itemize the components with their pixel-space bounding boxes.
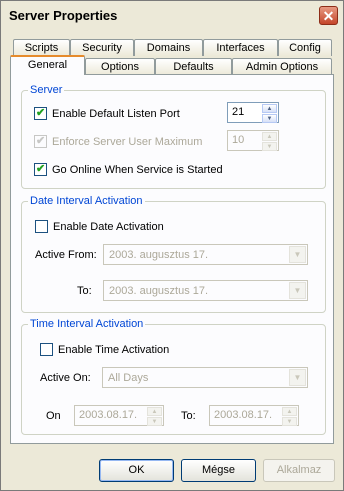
date-interval-legend: Date Interval Activation	[28, 195, 145, 207]
chevron-down-icon: ▼	[293, 373, 302, 382]
server-group-legend: Server	[28, 84, 65, 96]
dropdown-button[interactable]: ▼	[289, 282, 306, 299]
spin-up-button[interactable]: ▲	[262, 132, 277, 141]
close-button[interactable]: ✕	[319, 6, 338, 25]
user-maximum-spinner[interactable]: 10 ▲ ▼	[227, 130, 279, 151]
date-to-label: To:	[77, 285, 92, 297]
chevron-up-icon: ▲	[266, 134, 273, 140]
spin-up-button[interactable]: ▲	[262, 104, 277, 113]
tab-scripts[interactable]: Scripts	[13, 39, 70, 56]
title-bar: Server Properties ✕	[1, 1, 343, 31]
spin-down-button[interactable]: ▼	[262, 142, 277, 151]
listen-port-spinner[interactable]: 21 ▲ ▼	[227, 102, 279, 123]
general-tab-panel: Server ✔ Enable Default Listen Port 21 ▲…	[10, 74, 334, 444]
spin-down-button[interactable]: ▼	[147, 417, 162, 426]
go-online-checkbox[interactable]: ✔	[34, 163, 47, 176]
enable-time-activation-label: Enable Time Activation	[58, 344, 170, 356]
apply-button[interactable]: Alkalmaz	[263, 459, 335, 482]
ok-button[interactable]: OK	[99, 459, 174, 482]
chevron-up-icon: ▲	[266, 106, 273, 112]
close-icon: ✕	[322, 8, 335, 24]
date-to-value: 2003. augusztus 17.	[109, 285, 209, 297]
dropdown-button[interactable]: ▼	[289, 369, 306, 386]
time-interval-legend: Time Interval Activation	[28, 318, 146, 330]
tab-domains[interactable]: Domains	[134, 39, 203, 56]
tab-general[interactable]: General	[10, 55, 85, 75]
active-on-value: All Days	[108, 372, 149, 384]
enforce-server-user-maximum-label: Enforce Server User Maximum	[52, 136, 203, 148]
chevron-down-icon: ▼	[293, 286, 302, 295]
spin-down-button[interactable]: ▼	[282, 417, 297, 426]
time-to-label: To:	[181, 410, 196, 422]
server-group: Server ✔ Enable Default Listen Port 21 ▲…	[21, 84, 326, 189]
time-to-field[interactable]: 2003.08.17. ▲ ▼	[209, 405, 299, 426]
time-on-value: 2003.08.17.	[79, 409, 138, 421]
date-to-picker[interactable]: 2003. augusztus 17. ▼	[103, 280, 308, 301]
time-on-label: On	[46, 410, 61, 422]
window-title: Server Properties	[9, 8, 118, 23]
enable-date-activation-label: Enable Date Activation	[53, 221, 164, 233]
chevron-down-icon: ▼	[266, 144, 273, 150]
chevron-down-icon: ▼	[151, 419, 158, 425]
enable-default-listen-port-label: Enable Default Listen Port	[52, 108, 180, 120]
cancel-button[interactable]: Mégse	[181, 459, 256, 482]
time-on-field[interactable]: 2003.08.17. ▲ ▼	[74, 405, 164, 426]
chevron-down-icon: ▼	[293, 250, 302, 259]
chevron-down-icon: ▼	[266, 116, 273, 122]
active-from-date-picker[interactable]: 2003. augusztus 17. ▼	[103, 244, 308, 265]
listen-port-value: 21	[232, 106, 245, 118]
check-icon: ✔	[36, 135, 46, 147]
tab-admin-options[interactable]: Admin Options	[232, 58, 332, 75]
enable-date-activation-checkbox[interactable]	[35, 220, 48, 233]
active-on-select[interactable]: All Days ▼	[102, 367, 308, 388]
tab-options[interactable]: Options	[85, 58, 155, 75]
server-properties-dialog: Server Properties ✕ Scripts Security Dom…	[0, 0, 344, 491]
check-icon: ✔	[36, 107, 46, 119]
dropdown-button[interactable]: ▼	[289, 246, 306, 263]
spin-down-button[interactable]: ▼	[262, 114, 277, 123]
chevron-down-icon: ▼	[286, 419, 293, 425]
user-maximum-value: 10	[232, 134, 245, 146]
time-to-value: 2003.08.17.	[214, 409, 273, 421]
active-on-label: Active On:	[40, 372, 91, 384]
tab-config[interactable]: Config	[278, 39, 332, 56]
tab-interfaces[interactable]: Interfaces	[203, 39, 278, 56]
spin-up-button[interactable]: ▲	[147, 407, 162, 416]
enforce-server-user-maximum-checkbox[interactable]: ✔	[34, 135, 47, 148]
spin-up-button[interactable]: ▲	[282, 407, 297, 416]
enable-time-activation-checkbox[interactable]	[40, 343, 53, 356]
enable-default-listen-port-checkbox[interactable]: ✔	[34, 107, 47, 120]
active-from-value: 2003. augusztus 17.	[109, 249, 209, 261]
tab-defaults[interactable]: Defaults	[155, 58, 232, 75]
chevron-up-icon: ▲	[151, 409, 158, 415]
date-interval-group: Date Interval Activation Enable Date Act…	[21, 195, 326, 313]
chevron-up-icon: ▲	[286, 409, 293, 415]
tab-security[interactable]: Security	[70, 39, 134, 56]
go-online-label: Go Online When Service is Started	[52, 164, 223, 176]
time-interval-group: Time Interval Activation Enable Time Act…	[21, 318, 326, 435]
check-icon: ✔	[36, 163, 46, 175]
active-from-label: Active From:	[35, 249, 97, 261]
